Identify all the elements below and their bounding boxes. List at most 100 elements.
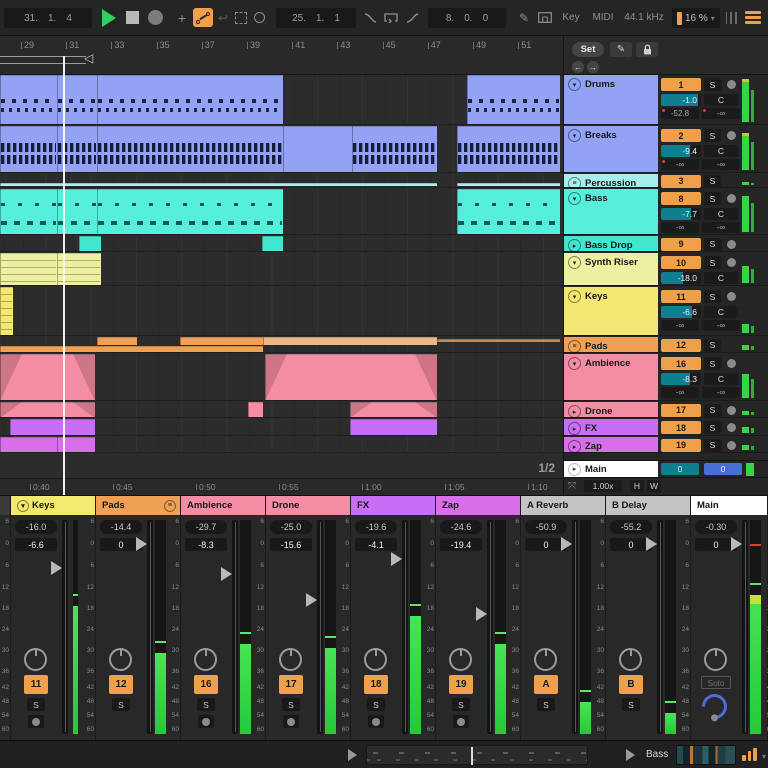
clip[interactable] (467, 75, 560, 124)
send-a-box[interactable]: -∞ (661, 222, 699, 233)
pan-knob[interactable] (449, 648, 472, 671)
peak-level-display[interactable]: -14.4 (100, 520, 142, 534)
arm-button[interactable] (725, 421, 738, 434)
clip[interactable] (263, 337, 437, 345)
track-name-cell[interactable]: ▸Zap (564, 437, 658, 452)
volume-fader[interactable] (147, 520, 153, 734)
clip[interactable] (10, 419, 95, 435)
stop-button[interactable] (126, 11, 139, 24)
strip-solo-button[interactable]: S (537, 698, 555, 711)
send-b-box[interactable]: -∞ (702, 320, 740, 331)
mixer-strip-header[interactable]: A Reverb (521, 496, 605, 515)
fold-arrow-icon[interactable]: ▾ (568, 290, 581, 303)
peak-level-display[interactable]: -19.6 (355, 520, 397, 534)
send-a-box[interactable]: -52.8 (661, 108, 699, 119)
clip[interactable] (350, 402, 437, 417)
track-header-fx[interactable]: ▸FX18S (564, 419, 768, 436)
clip[interactable] (457, 183, 560, 186)
track-lane-bass-drop[interactable] (0, 236, 563, 252)
strip-number-button[interactable]: 16 (194, 675, 218, 694)
strip-solo-button[interactable]: S (112, 698, 130, 711)
fold-arrow-icon[interactable]: ▸ (568, 405, 581, 418)
arm-button[interactable] (725, 357, 738, 370)
clip[interactable] (457, 189, 560, 234)
mixer-strip-header[interactable]: Drone (266, 496, 350, 515)
pan-knob[interactable] (704, 648, 727, 671)
group-fold-icon[interactable]: ≡ (568, 340, 581, 353)
add-tracks-icon[interactable]: + (175, 8, 189, 27)
re-enable-automation-icon[interactable]: ↩ (216, 8, 230, 27)
clip[interactable] (0, 75, 57, 124)
arm-button[interactable] (725, 290, 738, 303)
peak-level-display[interactable]: -24.6 (440, 520, 482, 534)
volume-number-box[interactable]: -4.1 (355, 538, 397, 551)
fold-arrow-icon[interactable]: ▾ (568, 357, 581, 370)
track-lane-bass[interactable] (0, 189, 563, 235)
pan-knob[interactable] (109, 648, 132, 671)
volume-box[interactable]: -1.0 (661, 94, 701, 106)
solo-button[interactable]: S (704, 290, 721, 303)
track-header-zap[interactable]: ▸Zap19S (564, 437, 768, 453)
punch-position-display[interactable]: 25. 1. 1 (276, 8, 356, 28)
send-b-box[interactable]: -∞ (702, 222, 740, 233)
solo-button[interactable]: S (704, 404, 721, 417)
clip[interactable] (97, 126, 283, 172)
clip[interactable] (180, 337, 263, 345)
pan-box[interactable]: C (704, 94, 738, 106)
arm-button[interactable] (725, 256, 738, 269)
fader-handle[interactable] (391, 552, 402, 566)
volume-box[interactable]: -9.4 (661, 145, 701, 157)
arm-button[interactable] (725, 439, 738, 452)
record-button[interactable] (148, 10, 163, 25)
track-number-button[interactable]: 8 (661, 192, 701, 205)
fold-arrow-icon[interactable]: ▸ (568, 422, 581, 435)
clip[interactable] (265, 354, 437, 400)
fold-arrow-icon[interactable]: ▾ (568, 256, 581, 269)
fold-arrow-icon[interactable]: ▸ (568, 239, 581, 252)
pan-box[interactable]: C (704, 145, 738, 157)
solo-button[interactable]: S (704, 421, 721, 434)
peak-level-display[interactable]: -29.7 (185, 520, 227, 534)
fade-out-icon[interactable] (404, 8, 420, 27)
volume-fader[interactable] (657, 520, 663, 734)
strip-number-button[interactable]: B (619, 675, 643, 694)
strip-arm-button[interactable] (28, 715, 44, 728)
clip[interactable] (0, 189, 57, 234)
clip[interactable] (0, 253, 57, 285)
strip-number-button[interactable]: 18 (364, 675, 388, 694)
send-a-box[interactable]: -∞ (661, 320, 699, 331)
track-header-bass-drop[interactable]: ▸Bass Drop9S (564, 236, 768, 252)
volume-fader[interactable] (317, 520, 323, 734)
follow-icon[interactable] (252, 8, 267, 27)
clip[interactable] (97, 189, 283, 234)
peak-level-display[interactable]: -16.0 (15, 520, 57, 534)
track-name-cell[interactable]: ≡Pads (564, 337, 658, 352)
track-lane-fx[interactable] (0, 419, 563, 436)
main-track-name-cell[interactable]: ▸ Main (564, 461, 658, 477)
pan-box[interactable]: C (704, 373, 738, 385)
fold-arrow-icon[interactable]: ▾ (568, 129, 581, 142)
solo-button[interactable]: S (704, 238, 721, 251)
track-lane-keys[interactable] (0, 287, 563, 336)
track-name-cell[interactable]: ▾Keys (564, 287, 658, 335)
clip[interactable] (262, 236, 283, 251)
clip-preview-play-icon[interactable] (348, 749, 357, 761)
peak-level-display[interactable]: -25.0 (270, 520, 312, 534)
track-lane-pads[interactable] (0, 337, 563, 353)
output-meter-icon[interactable] (742, 748, 757, 761)
fold-arrow-icon[interactable]: ▾ (568, 192, 581, 205)
strip-number-button[interactable]: 12 (109, 675, 133, 694)
track-header-breaks[interactable]: ▾Breaks2S-9.4C-∞-∞ (564, 126, 768, 173)
arm-button[interactable] (725, 78, 738, 91)
height-zoom-button[interactable]: H (630, 480, 644, 492)
track-lane-ambience[interactable] (0, 354, 563, 401)
fold-arrow-icon[interactable]: ▾ (568, 78, 581, 91)
volume-number-box[interactable]: -15.6 (270, 538, 312, 551)
strip-arm-button[interactable] (368, 715, 384, 728)
volume-box[interactable]: -8.3 (661, 373, 701, 385)
midi-map-button[interactable]: MIDI (588, 8, 618, 27)
solo-button[interactable]: S (704, 339, 721, 352)
clip[interactable] (0, 183, 437, 186)
device-chain-thumbnail[interactable] (676, 745, 736, 765)
clip[interactable] (350, 419, 437, 435)
